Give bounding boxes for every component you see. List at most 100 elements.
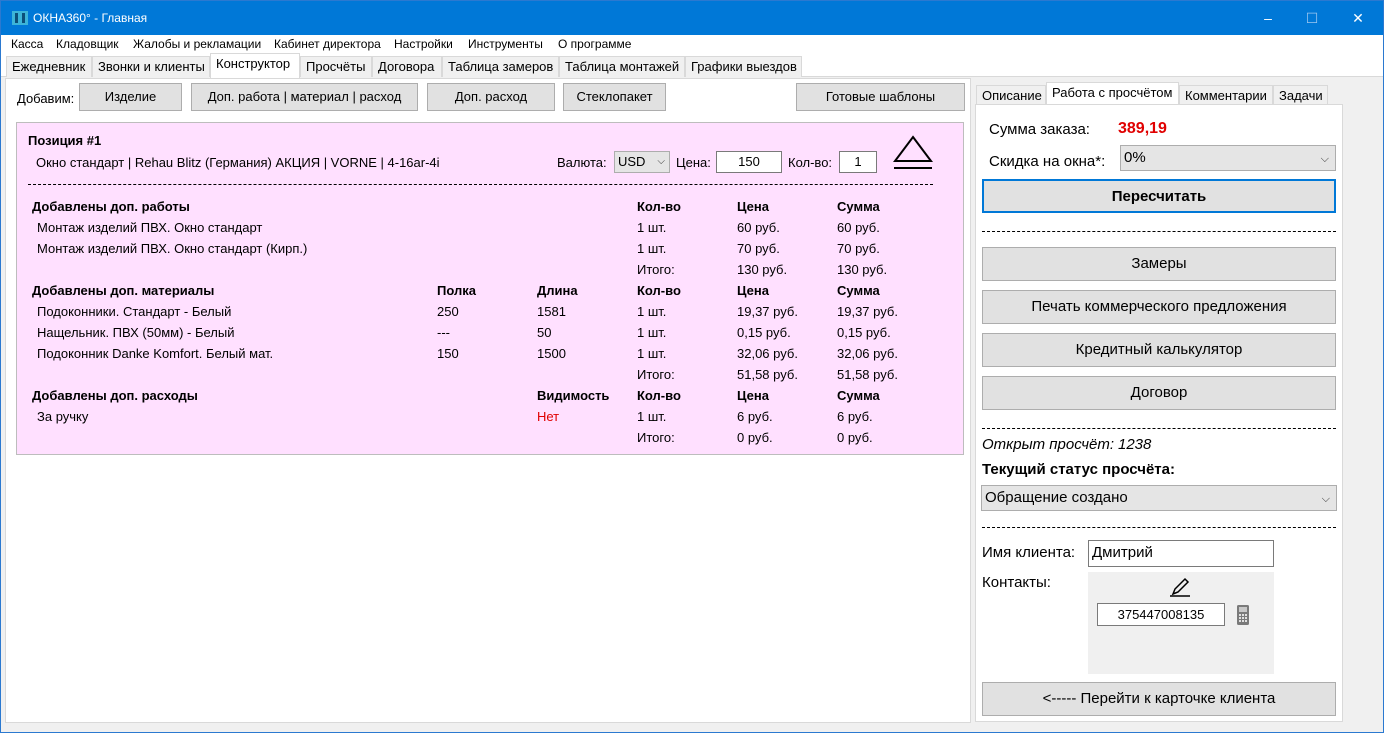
- material-row-qty: 1 шт.: [637, 346, 667, 361]
- work-row-sum: 70 руб.: [837, 241, 880, 256]
- menu-item-tools[interactable]: Инструменты: [468, 37, 543, 51]
- minimize-button[interactable]: –: [1245, 1, 1291, 35]
- phone-input[interactable]: 375447008135: [1097, 603, 1225, 626]
- expenses-col-visibility: Видимость: [537, 388, 610, 403]
- work-row-price: 70 руб.: [737, 241, 780, 256]
- tab-calculations[interactable]: Просчёты: [300, 56, 372, 77]
- templates-button[interactable]: Готовые шаблоны: [796, 83, 965, 111]
- status-select[interactable]: Обращение создано ⌵: [981, 485, 1337, 511]
- print-offer-button[interactable]: Печать коммерческого предложения: [982, 290, 1336, 324]
- expense-row-name: За ручку: [37, 409, 89, 424]
- separator: [982, 527, 1336, 528]
- close-button[interactable]: ✕: [1335, 1, 1381, 35]
- status-value: Обращение создано: [985, 489, 1128, 506]
- material-row-sum: 0,15 руб.: [837, 325, 891, 340]
- tab-visit-schedules[interactable]: Графики выездов: [685, 56, 802, 77]
- currency-value: USD: [618, 154, 646, 169]
- contacts-label: Контакты:: [982, 574, 1051, 591]
- expenses-total-price: 0 руб.: [737, 430, 773, 445]
- app-window: ОКНА360° - Главная – ☐ ✕ Касса Кладовщик…: [0, 0, 1384, 733]
- tab-description[interactable]: Описание: [976, 85, 1046, 106]
- material-row-price: 32,06 руб.: [737, 346, 798, 361]
- window-title: ОКНА360° - Главная: [33, 11, 148, 25]
- material-row-length: 50: [537, 325, 552, 340]
- expenses-header: Добавлены доп. расходы: [32, 388, 198, 403]
- tab-measurements-table[interactable]: Таблица замеров: [442, 56, 559, 77]
- qty-input[interactable]: 1: [839, 151, 877, 173]
- menu-item-director[interactable]: Кабинет директора: [274, 37, 381, 51]
- opened-calc-value: 1238: [1118, 436, 1152, 453]
- materials-total-price: 51,58 руб.: [737, 367, 798, 382]
- add-expense-button[interactable]: Доп. расход: [427, 83, 555, 111]
- qty-label: Кол-во:: [788, 155, 833, 170]
- menu-item-storekeeper[interactable]: Кладовщик: [56, 37, 119, 51]
- material-row-qty: 1 шт.: [637, 325, 667, 340]
- work-row-price: 60 руб.: [737, 220, 780, 235]
- material-row-price: 19,37 руб.: [737, 304, 798, 319]
- product-description: Окно стандарт | Rehau Blitz (Германия) А…: [36, 155, 440, 170]
- materials-col-qty: Кол-во: [637, 283, 681, 298]
- material-row-price: 0,15 руб.: [737, 325, 791, 340]
- separator: [28, 184, 933, 185]
- works-col-qty: Кол-во: [637, 199, 681, 214]
- add-product-button[interactable]: Изделие: [79, 83, 182, 111]
- material-row-name: Подоконники. Стандарт - Белый: [37, 304, 232, 319]
- glass-unit-button[interactable]: Стеклопакет: [563, 83, 666, 111]
- tab-tasks[interactable]: Задачи: [1273, 85, 1328, 106]
- client-name-label: Имя клиента:: [982, 544, 1076, 561]
- works-total-price: 130 руб.: [737, 262, 788, 277]
- order-sum-value: 389,19: [1118, 120, 1167, 137]
- client-name-input[interactable]: Дмитрий: [1088, 540, 1274, 567]
- chevron-down-icon: ⌵: [657, 156, 665, 167]
- materials-total-label: Итого:: [637, 367, 675, 382]
- main-tabs: Ежедневник Звонки и клиенты Конструктор …: [1, 53, 1383, 78]
- recalculate-button[interactable]: Пересчитать: [982, 179, 1336, 213]
- eject-icon[interactable]: [893, 135, 933, 171]
- works-col-sum: Сумма: [837, 199, 880, 214]
- menu-item-kassa[interactable]: Касса: [11, 37, 43, 51]
- credit-calculator-button[interactable]: Кредитный калькулятор: [982, 333, 1336, 367]
- measurements-button[interactable]: Замеры: [982, 247, 1336, 281]
- tab-diary[interactable]: Ежедневник: [6, 56, 92, 77]
- title-bar: ОКНА360° - Главная – ☐ ✕: [1, 1, 1383, 35]
- tab-calls-clients[interactable]: Звонки и клиенты: [92, 56, 210, 77]
- works-total-sum: 130 руб.: [837, 262, 888, 277]
- expenses-total-sum: 0 руб.: [837, 430, 873, 445]
- material-row-sum: 19,37 руб.: [837, 304, 898, 319]
- works-col-price: Цена: [737, 199, 769, 214]
- material-row-shelf: ---: [437, 325, 450, 340]
- tab-installations-table[interactable]: Таблица монтажей: [559, 56, 685, 77]
- menu-item-settings[interactable]: Настройки: [394, 37, 453, 51]
- maximize-button[interactable]: ☐: [1289, 1, 1335, 35]
- expenses-total-label: Итого:: [637, 430, 675, 445]
- materials-col-shelf: Полка: [437, 283, 476, 298]
- currency-select[interactable]: USD ⌵: [614, 151, 670, 173]
- add-work-material-button[interactable]: Доп. работа | материал | расход: [191, 83, 418, 111]
- position-card: Позиция #1 Окно стандарт | Rehau Blitz (…: [16, 122, 964, 455]
- go-to-client-card-button[interactable]: <----- Перейти к карточке клиента: [982, 682, 1336, 716]
- order-sum-label: Сумма заказа:: [989, 121, 1090, 138]
- contract-button[interactable]: Договор: [982, 376, 1336, 410]
- work-row-name: Монтаж изделий ПВХ. Окно стандарт (Кирп.…: [37, 241, 308, 256]
- expense-row-visibility[interactable]: Нет: [537, 409, 559, 424]
- phone-icon[interactable]: [1235, 604, 1251, 626]
- menu-item-about[interactable]: О программе: [558, 37, 631, 51]
- tab-calc-work[interactable]: Работа с просчётом: [1046, 82, 1179, 106]
- materials-total-sum: 51,58 руб.: [837, 367, 898, 382]
- edit-icon[interactable]: [1168, 575, 1192, 599]
- material-row-qty: 1 шт.: [637, 304, 667, 319]
- works-total-label: Итого:: [637, 262, 675, 277]
- discount-select[interactable]: 0% ⌵: [1120, 145, 1336, 171]
- material-row-name: Нащельник. ПВХ (50мм) - Белый: [37, 325, 235, 340]
- chevron-down-icon: ⌵: [1321, 493, 1330, 505]
- menu-item-complaints[interactable]: Жалобы и рекламации: [133, 37, 261, 51]
- tab-comments[interactable]: Комментарии: [1179, 85, 1273, 106]
- tab-constructor[interactable]: Конструктор: [210, 53, 300, 78]
- material-row-shelf: 150: [437, 346, 459, 361]
- separator: [982, 231, 1336, 232]
- price-input[interactable]: 150: [716, 151, 782, 173]
- tab-contracts[interactable]: Договора: [372, 56, 442, 77]
- price-label: Цена:: [676, 155, 711, 170]
- materials-col-price: Цена: [737, 283, 769, 298]
- work-row-qty: 1 шт.: [637, 220, 667, 235]
